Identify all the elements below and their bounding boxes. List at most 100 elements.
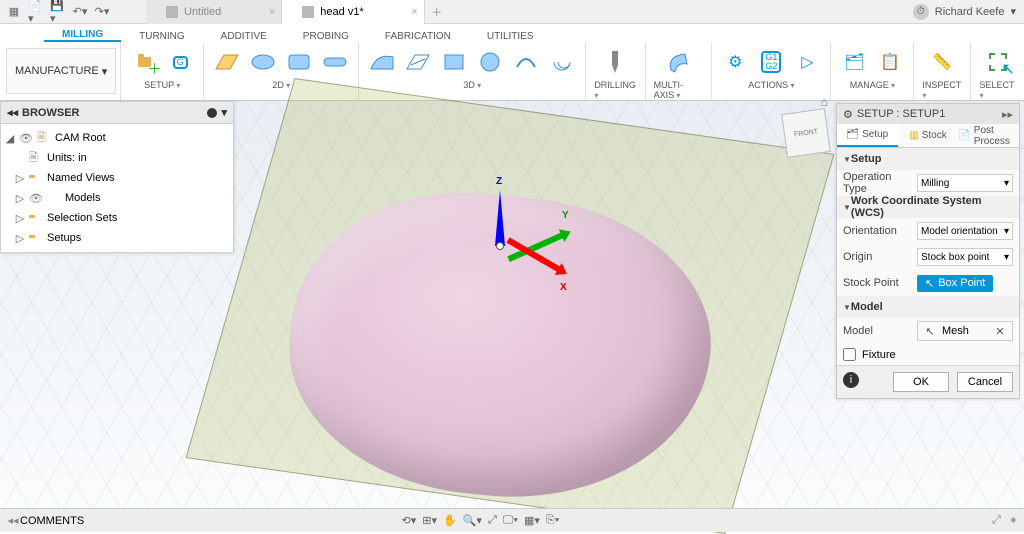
- group-select[interactable]: SELECT: [979, 80, 1016, 100]
- drill-icon[interactable]: [600, 47, 630, 77]
- multiaxis-swarf-icon[interactable]: [663, 47, 693, 77]
- tool-library-icon[interactable]: 🗂: [839, 47, 869, 77]
- 2d-slot-icon[interactable]: [320, 47, 350, 77]
- redo-icon[interactable]: ↷▾: [94, 4, 110, 20]
- expand-icon[interactable]: ⤢: [992, 514, 1001, 527]
- 3d-pencil-icon[interactable]: [511, 47, 541, 77]
- simulate-icon[interactable]: ▷: [792, 47, 822, 77]
- group-manage[interactable]: MANAGE: [850, 80, 895, 90]
- box-point-button[interactable]: ↖Box Point: [917, 275, 993, 292]
- ribbon-tab-probing[interactable]: PROBING: [285, 31, 367, 42]
- axis-z[interactable]: [495, 190, 505, 246]
- ribbon-tab-milling[interactable]: MILLING: [44, 29, 121, 42]
- group-setup[interactable]: SETUP: [144, 80, 180, 90]
- close-icon[interactable]: ×: [269, 6, 275, 18]
- doc-tab-head[interactable]: head v1* ×: [282, 0, 424, 24]
- tree-item-named-views[interactable]: ▷ Named Views: [1, 168, 233, 188]
- undo-icon[interactable]: ↶▾: [72, 4, 88, 20]
- operation-type-select[interactable]: Milling▾: [917, 174, 1013, 192]
- comments-toggle-icon[interactable]: ◂◂: [6, 514, 20, 527]
- home-view-icon[interactable]: ⌂: [821, 95, 828, 109]
- 2d-contour-icon[interactable]: [284, 47, 314, 77]
- measure-icon[interactable]: 📏: [927, 47, 957, 77]
- ribbon-tab-utilities[interactable]: UTILITIES: [469, 31, 552, 42]
- apps-icon[interactable]: ▦: [6, 4, 22, 20]
- doc-tab-untitled[interactable]: Untitled ×: [146, 0, 282, 24]
- panel-tab-setup[interactable]: 🗂Setup: [837, 124, 898, 147]
- view-cube[interactable]: FRONT: [781, 108, 831, 158]
- select-icon[interactable]: ↖: [983, 47, 1013, 77]
- ribbon-tab-additive[interactable]: ADDITIVE: [203, 31, 285, 42]
- origin-label: Origin: [843, 251, 911, 263]
- wcs-origin-handle[interactable]: [496, 242, 504, 250]
- fit-icon[interactable]: ⤢: [488, 514, 497, 527]
- new-tab-button[interactable]: ＋: [425, 0, 449, 24]
- browser-panel: ◂◂ BROWSER ▾ ◢ 👁 🗎 CAM Root 🗎 Units: in …: [0, 101, 234, 253]
- tree-item-setups[interactable]: ▷ Setups: [1, 228, 233, 248]
- setup-sheet-icon[interactable]: G: [165, 47, 195, 77]
- generate-icon[interactable]: ⚙: [720, 47, 750, 77]
- group-drilling[interactable]: DRILLING: [594, 80, 636, 100]
- user-menu-caret[interactable]: ▾: [1010, 5, 1016, 18]
- close-icon[interactable]: ×: [411, 6, 417, 18]
- save-icon[interactable]: 💾▾: [50, 4, 66, 20]
- look-at-icon[interactable]: ⊞▾: [422, 514, 437, 527]
- pan-icon[interactable]: ✋: [443, 514, 457, 527]
- group-multiaxis[interactable]: MULTI-AXIS: [654, 80, 704, 100]
- file-new-icon[interactable]: 📄▾: [28, 4, 44, 20]
- 2d-adaptive-icon[interactable]: [248, 47, 278, 77]
- visibility-icon[interactable]: 👁: [19, 132, 33, 145]
- section-wcs[interactable]: Work Coordinate System (WCS): [837, 196, 1019, 218]
- browser-options-icon[interactable]: [207, 108, 217, 118]
- task-manager-icon[interactable]: 📋: [875, 47, 905, 77]
- tree-item-selection-sets[interactable]: ▷ Selection Sets: [1, 208, 233, 228]
- 3d-horizontal-icon[interactable]: [439, 47, 469, 77]
- fixture-checkbox-row[interactable]: Fixture: [837, 344, 1019, 365]
- cancel-button[interactable]: Cancel: [957, 372, 1013, 392]
- notifications-icon[interactable]: ⏱: [913, 4, 929, 20]
- panel-forward-icon[interactable]: ▸▸: [1002, 108, 1013, 121]
- group-actions[interactable]: ACTIONS: [748, 80, 794, 90]
- tree-item-models[interactable]: ▷ 👁 Models: [1, 188, 233, 208]
- workspace-selector[interactable]: MANUFACTURE ▾: [6, 48, 116, 94]
- box-point-label: Box Point: [938, 277, 985, 289]
- browser-collapse-icon[interactable]: ◂◂: [7, 106, 18, 119]
- info-icon[interactable]: i: [843, 372, 859, 388]
- browser-pin-icon[interactable]: ▾: [221, 106, 227, 119]
- origin-select[interactable]: Stock box point▾: [917, 248, 1013, 266]
- axis-y-label: Y: [562, 210, 569, 221]
- visibility-icon[interactable]: 👁: [29, 192, 43, 205]
- orbit-icon[interactable]: ⟲▾: [402, 514, 417, 527]
- panel-tab-post[interactable]: 📄Post Process: [958, 124, 1019, 147]
- fixture-checkbox[interactable]: [843, 348, 856, 361]
- orientation-select[interactable]: Model orientation▾: [917, 222, 1013, 240]
- setup-new-icon[interactable]: ＋: [129, 47, 159, 77]
- grid-icon[interactable]: ▦▾: [524, 514, 540, 527]
- group-inspect[interactable]: INSPECT: [922, 80, 962, 100]
- user-name[interactable]: Richard Keefe: [935, 6, 1005, 18]
- tree-root[interactable]: ◢ 👁 🗎 CAM Root: [1, 128, 233, 148]
- 3d-spiral-icon[interactable]: [547, 47, 577, 77]
- comments-label[interactable]: COMMENTS: [20, 515, 84, 527]
- settings-icon[interactable]: ✶: [1009, 514, 1018, 527]
- post-process-icon[interactable]: G1G2: [756, 47, 786, 77]
- section-setup[interactable]: Setup: [837, 148, 1019, 170]
- group-2d[interactable]: 2D: [272, 80, 290, 90]
- ok-button[interactable]: OK: [893, 372, 949, 392]
- display-icon[interactable]: 🖵▾: [503, 514, 518, 527]
- clear-icon[interactable]: ✕: [992, 323, 1008, 339]
- panel-tab-label: Setup: [862, 129, 888, 140]
- 3d-adaptive-icon[interactable]: [367, 47, 397, 77]
- group-3d[interactable]: 3D: [463, 80, 481, 90]
- pointer-icon[interactable]: ↖: [922, 323, 938, 339]
- ribbon-tab-fabrication[interactable]: FABRICATION: [367, 31, 469, 42]
- section-model[interactable]: Model: [837, 296, 1019, 318]
- 2d-face-icon[interactable]: [212, 47, 242, 77]
- 3d-parallel-icon[interactable]: [403, 47, 433, 77]
- tree-item-units[interactable]: 🗎 Units: in: [1, 148, 233, 168]
- 3d-scallop-icon[interactable]: [475, 47, 505, 77]
- panel-tab-stock[interactable]: ▥Stock: [898, 124, 959, 147]
- snapshot-icon[interactable]: ⎘▾: [546, 514, 559, 527]
- ribbon-tab-turning[interactable]: TURNING: [121, 31, 203, 42]
- zoom-icon[interactable]: 🔍▾: [463, 514, 482, 527]
